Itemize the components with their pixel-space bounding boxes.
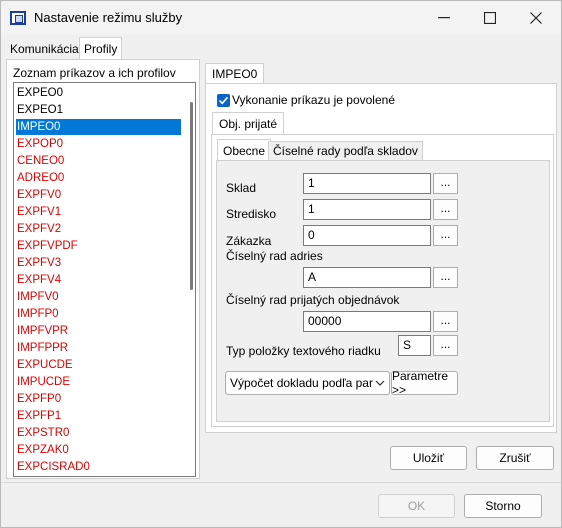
stredisko-input[interactable]: 1 bbox=[303, 199, 431, 220]
list-item[interactable]: IMPEO0 bbox=[16, 119, 181, 135]
ciselny-rad-obj-label: Číselný rad prijatých objednávok bbox=[226, 293, 400, 307]
list-item[interactable]: EXPEO1 bbox=[16, 102, 181, 118]
minimize-button[interactable] bbox=[421, 1, 467, 35]
typ-polozky-input[interactable]: S bbox=[398, 335, 431, 356]
ciselny-rad-adries-input[interactable]: A bbox=[303, 267, 431, 288]
sub-tab-label: Obj. prijaté bbox=[219, 116, 278, 131]
list-item[interactable]: EXPFV4 bbox=[16, 272, 181, 288]
sklad-browse-button[interactable]: ... bbox=[433, 173, 458, 194]
tab-komunikacia[interactable]: Komunikácia bbox=[5, 39, 84, 59]
list-item[interactable]: CENEO0 bbox=[16, 153, 181, 169]
button-label: Parametre >> bbox=[392, 369, 449, 397]
dialog-window: Nastavenie režimu služby Komunikácia Pro… bbox=[0, 0, 562, 528]
list-item[interactable]: EXPOP0 bbox=[16, 136, 181, 152]
ciselny-rad-obj-input[interactable]: 00000 bbox=[303, 311, 431, 332]
zakazka-input[interactable]: 0 bbox=[303, 225, 431, 246]
ok-button[interactable]: OK bbox=[378, 494, 455, 518]
button-label: Zrušiť bbox=[499, 451, 531, 465]
list-item[interactable]: IMPFV0 bbox=[16, 289, 181, 305]
window-title: Nastavenie režimu služby bbox=[34, 10, 183, 25]
list-item[interactable]: EXPFVPDF bbox=[16, 238, 181, 254]
close-button[interactable] bbox=[513, 1, 559, 35]
list-item[interactable]: EXPZAK0 bbox=[16, 442, 181, 458]
list-item[interactable]: IMPFP0 bbox=[16, 306, 181, 322]
title-bar: Nastavenie režimu služby bbox=[1, 1, 561, 35]
maximize-icon bbox=[484, 12, 496, 24]
zrusit-button[interactable]: Zrušiť bbox=[476, 446, 554, 470]
tab-label: Komunikácia bbox=[10, 42, 79, 56]
tab-obj-prijate[interactable]: Obj. prijaté bbox=[212, 112, 285, 134]
inner-tab-label: Obecne bbox=[223, 143, 266, 158]
command-tab-label: IMPEO0 bbox=[212, 66, 258, 81]
ciselny-rad-adries-label: Číselný rad adries bbox=[226, 249, 323, 263]
list-item[interactable]: IMPFVPR bbox=[16, 323, 181, 339]
stredisko-browse-button[interactable]: ... bbox=[433, 199, 458, 220]
listbox-scrollbar[interactable] bbox=[190, 102, 193, 290]
zakazka-label: Zákazka bbox=[226, 234, 272, 248]
list-item[interactable]: ADREO0 bbox=[16, 170, 181, 186]
select-value: Výpočet dokladu podľa par bbox=[230, 376, 373, 390]
storno-button[interactable]: Storno bbox=[464, 494, 542, 518]
tab-label: Profily bbox=[84, 41, 118, 56]
commands-list-caption: Zoznam príkazov a ich profilov bbox=[13, 66, 176, 80]
typ-polozky-browse-button[interactable]: ... bbox=[433, 335, 458, 356]
chevron-down-icon bbox=[375, 380, 385, 386]
list-item[interactable]: EXPSTR0 bbox=[16, 425, 181, 441]
tab-command[interactable]: IMPEO0 bbox=[205, 63, 265, 83]
button-label: Storno bbox=[485, 499, 521, 513]
stredisko-label: Stredisko bbox=[226, 207, 277, 221]
list-item[interactable]: EXPFV1 bbox=[16, 204, 181, 220]
zakazka-browse-button[interactable]: ... bbox=[433, 225, 458, 246]
vypocet-dokladu-select[interactable]: Výpočet dokladu podľa par bbox=[225, 371, 390, 395]
list-item[interactable]: EXPFV0 bbox=[16, 187, 181, 203]
list-item[interactable]: IMPFPPR bbox=[16, 340, 181, 356]
parametre-button[interactable]: Parametre >> bbox=[391, 369, 458, 397]
enabled-checkbox[interactable] bbox=[217, 94, 230, 107]
sklad-input[interactable]: 1 bbox=[303, 173, 431, 194]
tab-ciselne-rady[interactable]: Číselné rady podľa skladov bbox=[268, 141, 423, 160]
ulozit-button[interactable]: Uložiť bbox=[390, 446, 467, 470]
button-label: Uložiť bbox=[412, 451, 445, 465]
list-item[interactable]: EXPFV2 bbox=[16, 221, 181, 237]
list-item[interactable]: EXPEO0 bbox=[16, 85, 181, 101]
tab-profily[interactable]: Profily bbox=[79, 37, 123, 59]
app-icon bbox=[10, 11, 26, 25]
enabled-checkbox-label: Vykonanie príkazu je povolené bbox=[232, 93, 395, 107]
list-item[interactable]: EXPFP1 bbox=[16, 408, 181, 424]
commands-listbox[interactable]: EXPEO0 EXPEO1 IMPEO0 EXPOP0 CENEO0 ADREO0 EXPF… bbox=[13, 82, 196, 477]
list-item[interactable]: EXPCISRAD0 bbox=[16, 459, 181, 475]
checkmark-icon bbox=[218, 96, 229, 105]
list-item[interactable]: IMPUCDE bbox=[16, 374, 181, 390]
close-icon bbox=[530, 12, 542, 24]
sklad-label: Sklad bbox=[226, 181, 257, 195]
ciselny-rad-obj-browse-button[interactable]: ... bbox=[433, 311, 458, 332]
ciselny-rad-adries-browse-button[interactable]: ... bbox=[433, 267, 458, 288]
list-item[interactable]: EXPUCDE bbox=[16, 357, 181, 373]
footer-divider bbox=[1, 482, 561, 483]
minimize-icon bbox=[438, 17, 450, 19]
typ-polozky-label: Typ položky textového riadku bbox=[226, 344, 381, 358]
list-item[interactable]: EXPFP0 bbox=[16, 391, 181, 407]
maximize-button[interactable] bbox=[467, 1, 513, 35]
tab-obecne[interactable]: Obecne bbox=[217, 139, 272, 161]
list-item[interactable]: EXPFV3 bbox=[16, 255, 181, 271]
inner-tab-label: Číselné rady podľa skladov bbox=[273, 144, 418, 158]
button-label: OK bbox=[407, 499, 426, 513]
